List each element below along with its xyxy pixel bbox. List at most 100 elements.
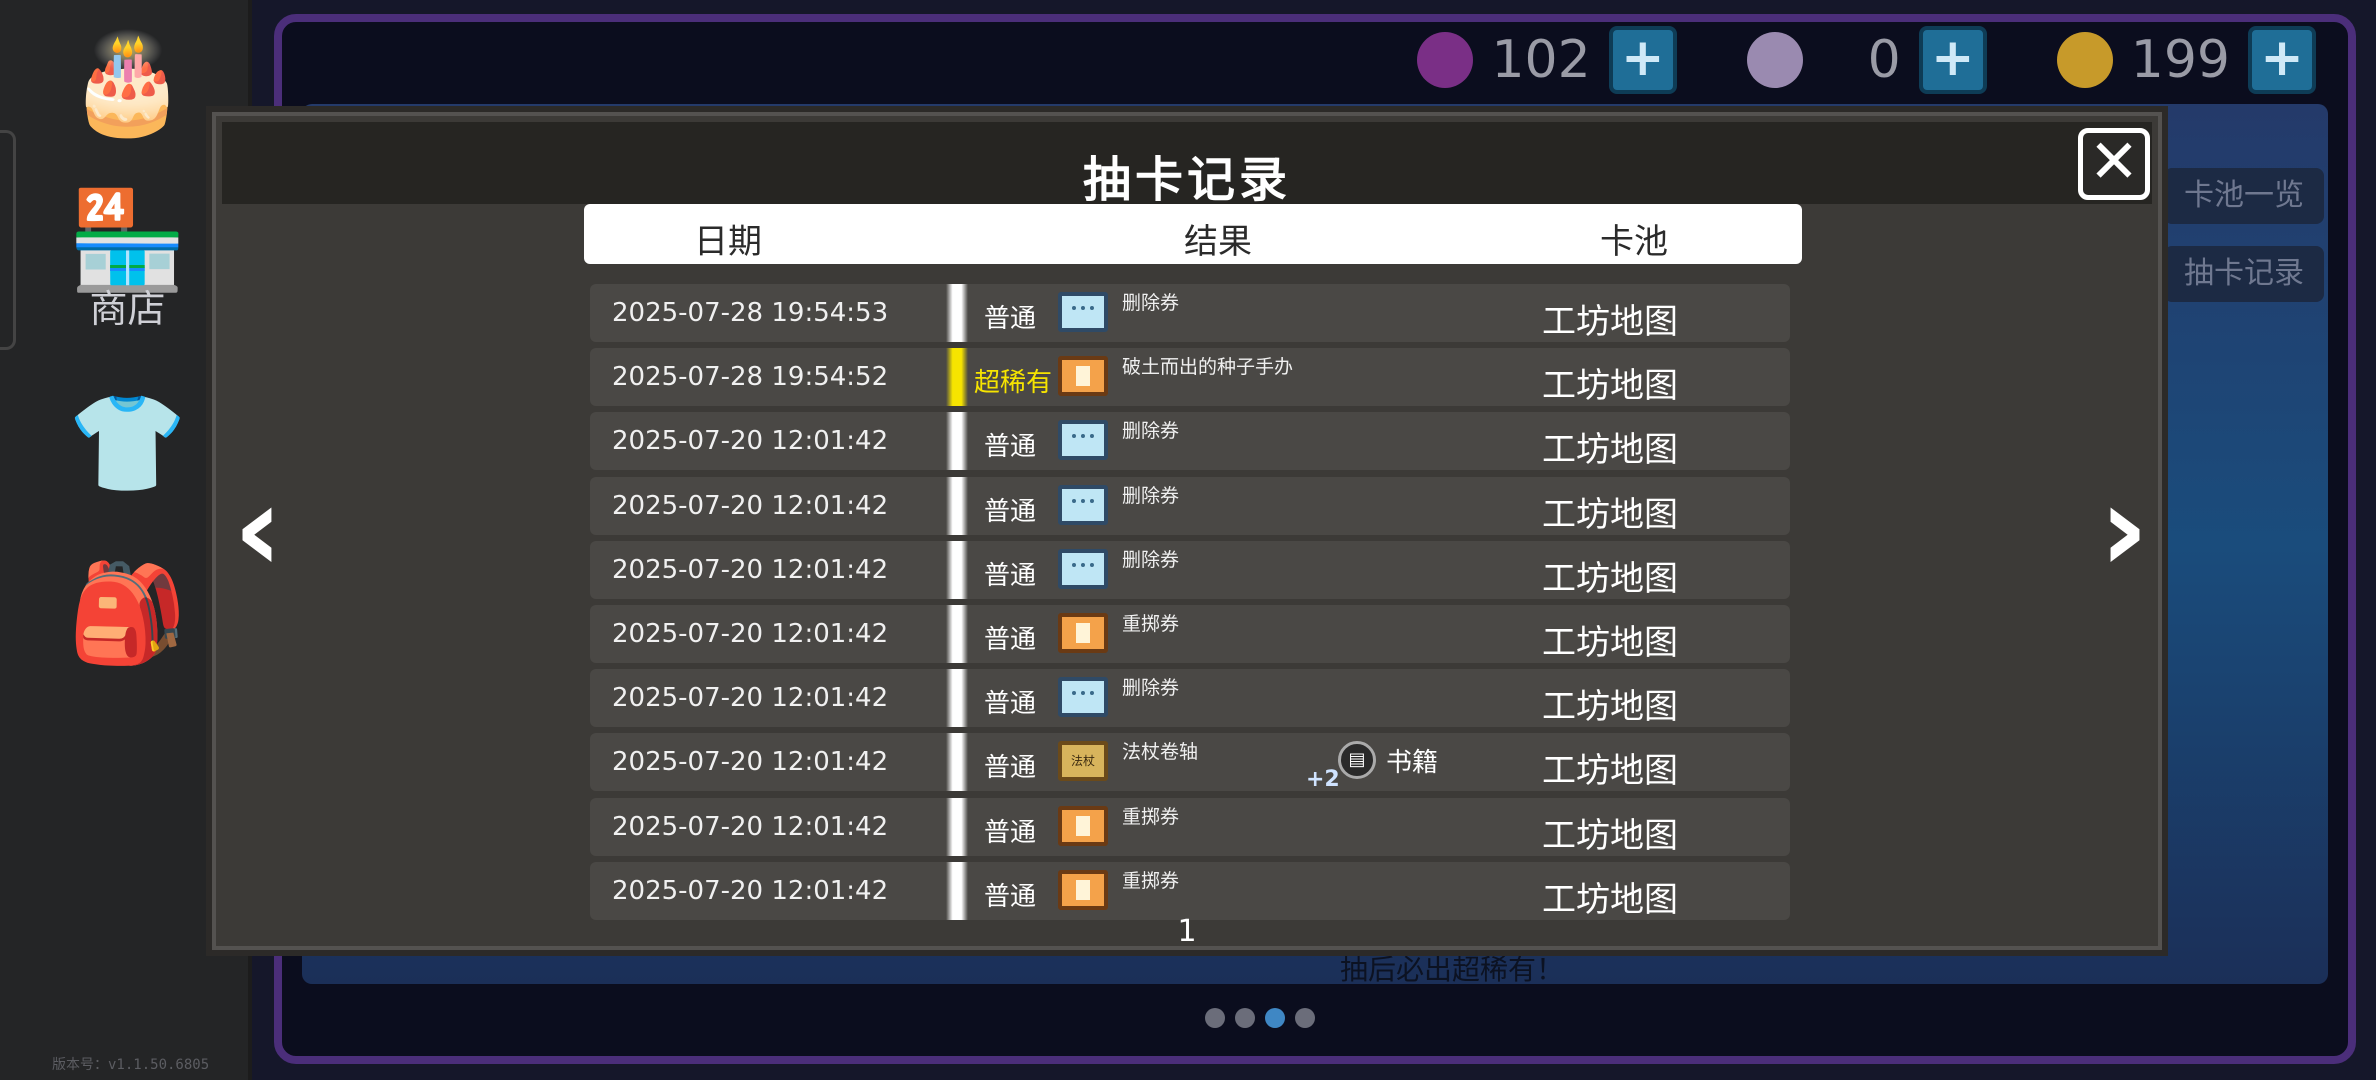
carousel-dot[interactable]: [1205, 1008, 1225, 1028]
close-icon: ✕: [2088, 127, 2140, 197]
carousel-dot-active[interactable]: [1265, 1008, 1285, 1028]
version-label: 版本号：v1.1.50.6805: [52, 1057, 210, 1073]
close-button[interactable]: ✕: [2078, 128, 2150, 200]
row-rarity: 普通: [983, 432, 1036, 463]
delete-ticket-icon: [1058, 548, 1108, 589]
row-pool: 工坊地图: [1542, 687, 1678, 728]
row-rarity: 普通: [983, 817, 1036, 848]
rarity-bar: [946, 348, 968, 407]
rarity-bar: [946, 797, 968, 856]
rarity-bar: [946, 861, 968, 920]
extra-reward-count: +2: [1306, 767, 1340, 793]
rarity-bar: [946, 604, 968, 663]
row-date: 2025-07-20 12:01:42: [612, 490, 889, 521]
row-date: 2025-07-20 12:01:42: [612, 554, 889, 585]
next-page-button[interactable]: ›: [2094, 470, 2154, 590]
modal-header: 抽卡记录 ✕: [222, 122, 2152, 208]
scroll-icon: 法杖: [1058, 741, 1108, 782]
book-icon: ▤: [1338, 741, 1376, 780]
history-row: 2025-07-20 12:01:42 普通 删除券 工坊地图: [590, 669, 1790, 728]
page-number: 1: [1177, 914, 1197, 949]
row-rarity: 超稀有: [973, 368, 1052, 399]
rarity-bar: [946, 412, 968, 471]
chevron-left-icon: ‹: [233, 460, 283, 599]
row-pool: 工坊地图: [1542, 558, 1678, 599]
row-item-name: 删除券: [1122, 292, 1180, 314]
chevron-right-icon: ›: [2099, 460, 2149, 599]
wardrobe-button[interactable]: 👕: [55, 370, 200, 515]
sidebar-edge-tab[interactable]: [0, 130, 16, 350]
row-pool: 工坊地图: [1542, 815, 1678, 856]
orb-count: 0: [1867, 30, 1901, 90]
tab-draw-history[interactable]: 抽卡记录: [2164, 246, 2324, 302]
shop-icon: 🏪: [67, 184, 188, 296]
row-item-name: 删除券: [1122, 548, 1180, 571]
row-item-name: 删除券: [1122, 420, 1180, 443]
history-row: 2025-07-20 12:01:42 普通 法杖 法杖卷轴 ▤ 书籍 +2 工坊地图: [590, 733, 1790, 793]
shop-button[interactable]: 🏪 商店: [55, 190, 200, 335]
rarity-bar: [946, 669, 968, 728]
coin-icon: [2056, 32, 2113, 88]
rarity-bar: [946, 540, 968, 599]
row-item-name: 法杖卷轴: [1122, 741, 1199, 764]
history-row: 2025-07-28 19:54:52 超稀有 破土而出的种子手办 工坊地图: [590, 348, 1790, 407]
history-row: 2025-07-20 12:01:42 普通 删除券 工坊地图: [590, 476, 1790, 535]
reroll-ticket-icon: [1058, 612, 1108, 653]
delete-ticket-icon: [1058, 677, 1108, 718]
row-pool: 工坊地图: [1542, 302, 1678, 342]
inventory-button[interactable]: 🎒: [55, 540, 200, 685]
shop-label: 商店: [89, 287, 166, 331]
carousel-dots: [1205, 1008, 1315, 1028]
row-rarity: 普通: [983, 689, 1036, 720]
rarity-bar: [946, 476, 968, 535]
row-rarity: 普通: [983, 624, 1036, 655]
row-pool: 工坊地图: [1542, 430, 1678, 471]
column-date: 日期: [694, 222, 762, 262]
carousel-dot[interactable]: [1235, 1008, 1255, 1028]
history-row: 2025-07-20 12:01:42 普通 重掷券 工坊地图: [590, 797, 1790, 856]
column-result: 结果: [1184, 222, 1252, 262]
draw-history-modal: 抽卡记录 ✕ ‹ › 日期 结果 卡池 2025-07-28 19:54:53 普…: [206, 106, 2168, 956]
orb-icon: [1746, 32, 1803, 88]
rarity-bar: [946, 284, 968, 342]
tab-pool-list[interactable]: 卡池一览: [2164, 168, 2324, 224]
rarity-bar: [946, 733, 968, 792]
cake-icon: 🎂: [67, 26, 188, 139]
history-list: 2025-07-28 19:54:53 普通 删除券 工坊地图 2025-07-28 1…: [590, 284, 1790, 926]
row-item-name: 重掷券: [1122, 805, 1180, 828]
reroll-ticket-icon: [1058, 356, 1108, 397]
cake-button[interactable]: 🎂: [55, 10, 200, 155]
tshirt-icon: 👕: [67, 386, 188, 499]
row-date: 2025-07-20 12:01:42: [612, 683, 889, 714]
row-rarity: 普通: [983, 304, 1036, 334]
row-item-name: 重掷券: [1122, 612, 1180, 635]
add-coin-button[interactable]: +: [2248, 26, 2316, 94]
gem-icon: [1417, 32, 1474, 88]
reroll-ticket-icon: [1058, 869, 1108, 910]
column-pool: 卡池: [1600, 222, 1668, 262]
row-date: 2025-07-28 19:54:53: [612, 298, 889, 328]
row-pool: 工坊地图: [1542, 622, 1678, 663]
prev-page-button[interactable]: ‹: [228, 470, 288, 590]
history-row: 2025-07-28 19:54:53 普通 删除券 工坊地图: [590, 284, 1790, 342]
row-date: 2025-07-28 19:54:52: [612, 362, 889, 393]
modal-title: 抽卡记录: [1082, 152, 1291, 208]
row-item-name: 重掷券: [1122, 869, 1180, 892]
history-row: 2025-07-20 12:01:42 普通 删除券 工坊地图: [590, 412, 1790, 471]
carousel-dot[interactable]: [1295, 1008, 1315, 1028]
row-pool: 工坊地图: [1542, 366, 1678, 407]
add-gem-button[interactable]: +: [1608, 26, 1677, 94]
currency-orb: 0 +: [1746, 26, 1987, 94]
row-rarity: 普通: [983, 881, 1036, 912]
row-rarity: 普通: [983, 560, 1036, 591]
add-orb-button[interactable]: +: [1918, 26, 1987, 94]
row-date: 2025-07-20 12:01:42: [612, 426, 889, 457]
history-row: 2025-07-20 12:01:42 普通 重掷券 工坊地图: [590, 861, 1790, 920]
row-item-name: 破土而出的种子手办: [1122, 356, 1294, 379]
delete-ticket-icon: [1058, 420, 1108, 461]
table-header: 日期 结果 卡池: [584, 204, 1802, 264]
row-date: 2025-07-20 12:01:42: [612, 618, 889, 649]
coin-count: 199: [2130, 30, 2230, 90]
row-rarity: 普通: [983, 753, 1036, 784]
row-pool: 工坊地图: [1542, 494, 1678, 535]
